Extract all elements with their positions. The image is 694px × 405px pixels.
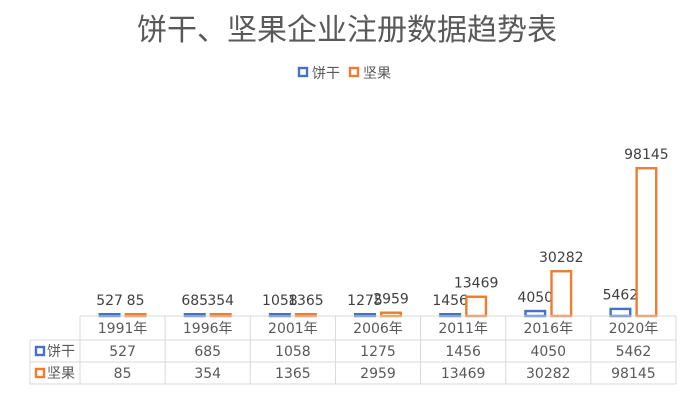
table-cell-1-1: 354: [194, 366, 221, 382]
table-cell-1-2: 1365: [275, 366, 311, 382]
table-cell-0-4: 1456: [445, 344, 481, 360]
table-cell-0-6: 5462: [616, 344, 652, 360]
table-cell-1-0: 85: [114, 366, 132, 382]
row-marker-0: [34, 345, 46, 357]
legend-label-1: 坚果: [363, 66, 391, 82]
table-cell-1-3: 2959: [360, 366, 396, 382]
data-label-0-4: 1456: [432, 293, 468, 309]
data-label-0-6: 5462: [603, 288, 639, 304]
bar-0-6: [609, 307, 632, 318]
category-label-5: 2016年: [523, 321, 573, 337]
data-table: 1991年 1996年 2001年 2006年 2011年 2016年 2020年饼干 527…: [29, 315, 677, 385]
table-cell-0-5: 4050: [530, 344, 566, 360]
chart-title: 饼干、坚果企业注册数据趋势表: [137, 13, 557, 48]
row-marker-1: [34, 367, 46, 379]
data-label-0-0: 527: [96, 293, 123, 309]
category-label-6: 2020年: [609, 321, 659, 337]
bar-0-5: [524, 309, 547, 318]
row-label-0: 饼干: [47, 344, 75, 360]
row-label-1: 坚果: [47, 366, 75, 382]
data-label-0-1: 685: [181, 293, 208, 309]
chart-svg: 饼干、坚果企业注册数据趋势表 饼干 坚果 527 85 685 354 10581365 1…: [29, 13, 677, 385]
data-label-1-2: 1365: [288, 293, 324, 309]
data-label-1-5: 30282: [539, 250, 584, 266]
bar-1-6: [635, 167, 658, 318]
data-label-1-4: 13469: [454, 276, 499, 292]
table-cell-0-1: 685: [194, 344, 221, 360]
category-label-2: 2001年: [268, 321, 318, 337]
table-cell-0-3: 1275: [360, 344, 396, 360]
category-label-0: 1991年: [98, 321, 148, 337]
table-cell-1-5: 30282: [526, 366, 571, 382]
bar-1-4: [465, 295, 488, 318]
category-label-3: 2006年: [353, 321, 403, 337]
table-cell-0-2: 1058: [275, 344, 311, 360]
category-label-1: 1996年: [183, 321, 233, 337]
plot-area: 527 85 685 354 10581365 12752959 1456134694050…: [96, 147, 669, 318]
data-label-1-0: 85: [127, 293, 145, 309]
category-label-4: 2011年: [438, 321, 488, 337]
data-label-1-6: 98145: [624, 147, 669, 163]
legend: 饼干 坚果: [297, 66, 391, 82]
table-cell-1-6: 98145: [611, 366, 656, 382]
legend-marker-1: [348, 66, 360, 78]
table-cell-0-0: 527: [109, 344, 136, 360]
legend-marker-0: [297, 66, 309, 78]
table-cell-1-4: 13469: [441, 366, 486, 382]
legend-label-0: 饼干: [312, 66, 340, 82]
bar-1-5: [550, 270, 573, 318]
data-label-1-3: 2959: [373, 292, 409, 308]
data-label-0-5: 4050: [517, 290, 553, 306]
data-label-1-1: 354: [207, 293, 234, 309]
